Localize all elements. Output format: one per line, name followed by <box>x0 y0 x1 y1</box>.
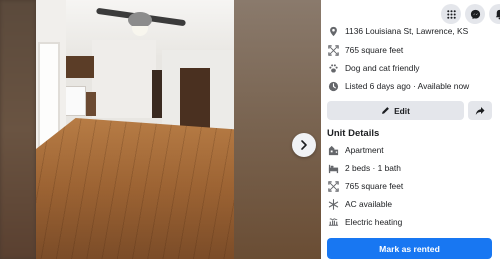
area-icon <box>327 44 339 56</box>
pets-text: Dog and cat friendly <box>345 63 420 73</box>
chevron-right-icon <box>301 140 307 150</box>
mark-as-rented-label: Mark as rented <box>379 243 440 254</box>
bell-icon <box>495 9 500 19</box>
address-row: 1136 Louisiana St, Lawrence, KS <box>327 25 468 37</box>
next-photo-button[interactable] <box>292 133 316 157</box>
share-arrow-icon <box>475 106 485 115</box>
unit-detail-label: AC available <box>345 199 393 209</box>
unit-detail-item: AC available <box>327 198 392 210</box>
messenger-button[interactable] <box>465 4 485 24</box>
menu-grid-button[interactable] <box>441 4 461 24</box>
mark-as-rented-button[interactable]: Mark as rented <box>327 238 492 259</box>
paw-icon <box>327 62 339 74</box>
listing-photo[interactable] <box>36 0 234 259</box>
unit-details-title: Unit Details <box>327 128 380 139</box>
pencil-icon <box>382 107 389 114</box>
photo-door <box>180 68 210 130</box>
grid-menu-icon <box>446 9 456 19</box>
unit-detail-label: Apartment <box>345 145 384 155</box>
area-icon <box>327 180 339 192</box>
clock-icon <box>327 80 339 92</box>
unit-detail-item: Electric heating <box>327 216 402 228</box>
messenger-icon <box>470 9 480 19</box>
photo-stove <box>64 86 86 116</box>
apartment-icon <box>327 144 339 156</box>
photo-counter <box>86 92 96 116</box>
square-feet-text: 765 square feet <box>345 45 404 55</box>
square-feet-row: 765 square feet <box>327 44 403 56</box>
unit-detail-label: Electric heating <box>345 217 403 227</box>
photo-backwall <box>92 40 156 118</box>
listing-details-panel: 1136 Louisiana St, Lawrence, KS 765 squa… <box>321 0 500 259</box>
share-button[interactable] <box>468 101 492 120</box>
photo-blur-right <box>234 0 321 259</box>
unit-detail-item: 2 beds · 1 bath <box>327 162 401 174</box>
edit-button[interactable]: Edit <box>327 101 464 120</box>
unit-detail-item: 765 square feet <box>327 180 403 192</box>
unit-detail-label: 2 beds · 1 bath <box>345 163 401 173</box>
photo-doorway <box>152 70 162 118</box>
unit-detail-item: Apartment <box>327 144 384 156</box>
listed-row: Listed 6 days ago · Available now <box>327 80 469 92</box>
location-pin-icon <box>327 25 339 37</box>
address-text: 1136 Louisiana St, Lawrence, KS <box>345 26 469 36</box>
photo-blur-left <box>0 0 36 259</box>
photo-floor-planks <box>36 118 234 259</box>
photo-viewer <box>0 0 321 259</box>
listed-text: Listed 6 days ago · Available now <box>345 81 470 91</box>
bed-icon <box>327 162 339 174</box>
heating-icon <box>327 216 339 228</box>
pets-row: Dog and cat friendly <box>327 62 420 74</box>
edit-button-label: Edit <box>394 105 410 116</box>
unit-detail-label: 765 square feet <box>345 181 404 191</box>
snowflake-icon <box>327 198 339 210</box>
notifications-button[interactable] <box>489 4 500 24</box>
